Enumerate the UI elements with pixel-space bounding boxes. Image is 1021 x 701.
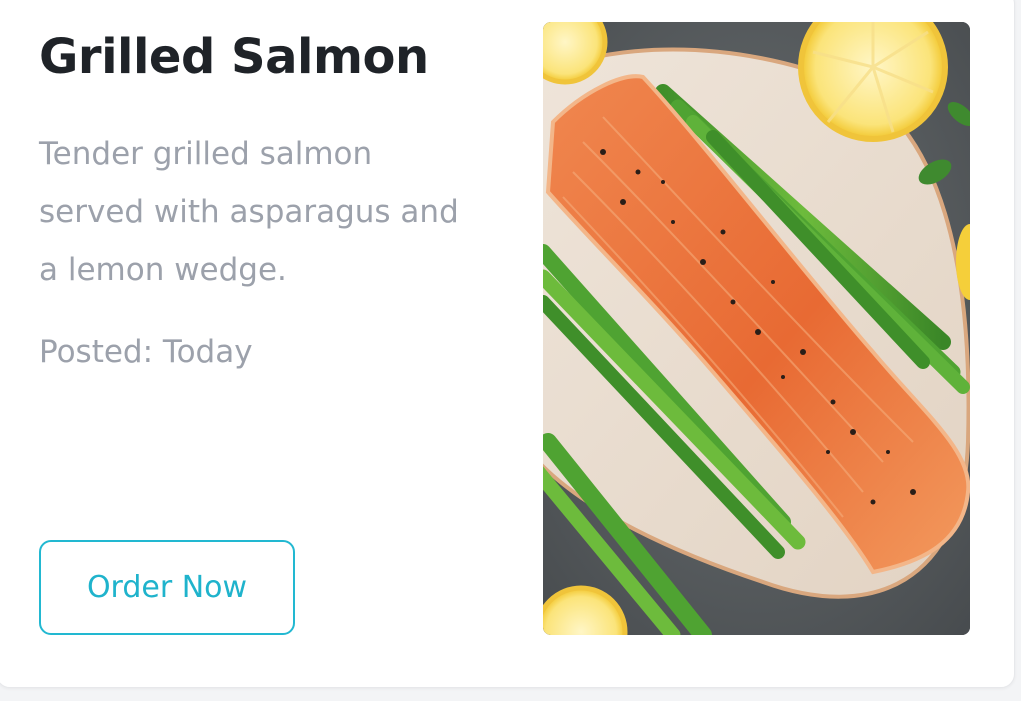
recipe-description: Tender grilled salmon served with aspara… [39, 136, 459, 288]
order-now-button[interactable]: Order Now [39, 540, 295, 635]
recipe-title: Grilled Salmon [39, 29, 429, 85]
salmon-photo [543, 22, 970, 635]
posted-date: Posted: Today [39, 334, 253, 370]
recipe-card: Grilled Salmon Tender grilled salmon ser… [0, 0, 1015, 688]
